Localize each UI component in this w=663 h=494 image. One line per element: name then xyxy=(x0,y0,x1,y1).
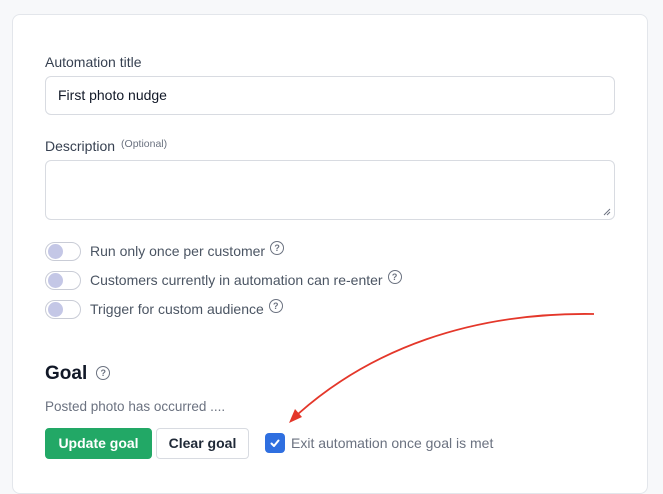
update-goal-button[interactable]: Update goal xyxy=(45,428,152,459)
goal-description: Posted photo has occurred .... xyxy=(45,399,226,414)
run-once-label: Run only once per customer xyxy=(90,243,266,259)
description-textarea[interactable] xyxy=(45,160,615,220)
clear-goal-button[interactable]: Clear goal xyxy=(156,428,249,459)
question-circle-icon[interactable]: ? xyxy=(96,366,111,380)
resize-handle-icon[interactable] xyxy=(603,208,611,216)
re-enter-switch[interactable] xyxy=(45,270,81,290)
toggle-custom-audience: Trigger for custom audience ? xyxy=(45,298,283,320)
question-circle-icon[interactable]: ? xyxy=(268,299,283,313)
automation-title-input[interactable]: First photo nudge xyxy=(45,76,615,115)
exit-on-goal-row: Exit automation once goal is met xyxy=(265,433,493,453)
run-once-switch[interactable] xyxy=(45,241,81,261)
switch-knob xyxy=(48,302,63,317)
check-icon xyxy=(270,439,280,447)
goal-heading: Goal? xyxy=(45,363,111,385)
custom-audience-switch[interactable] xyxy=(45,299,81,319)
goal-title: Goal xyxy=(45,363,88,384)
description-label: Description xyxy=(45,138,116,154)
question-circle-icon[interactable]: ? xyxy=(387,270,402,284)
custom-audience-label: Trigger for custom audience xyxy=(90,301,264,317)
switch-knob xyxy=(48,244,63,259)
description-label-row: Description (Optional) xyxy=(45,138,167,154)
question-circle-icon[interactable]: ? xyxy=(270,241,285,255)
re-enter-label: Customers currently in automation can re… xyxy=(90,272,383,288)
automation-title-label: Automation title xyxy=(45,54,142,70)
exit-on-goal-label: Exit automation once goal is met xyxy=(291,435,494,451)
optional-hint: (Optional) xyxy=(121,138,168,150)
toggle-re-enter: Customers currently in automation can re… xyxy=(45,269,402,291)
exit-on-goal-checkbox[interactable] xyxy=(265,433,285,453)
switch-knob xyxy=(48,273,63,288)
toggle-run-once: Run only once per customer ? xyxy=(45,240,285,262)
